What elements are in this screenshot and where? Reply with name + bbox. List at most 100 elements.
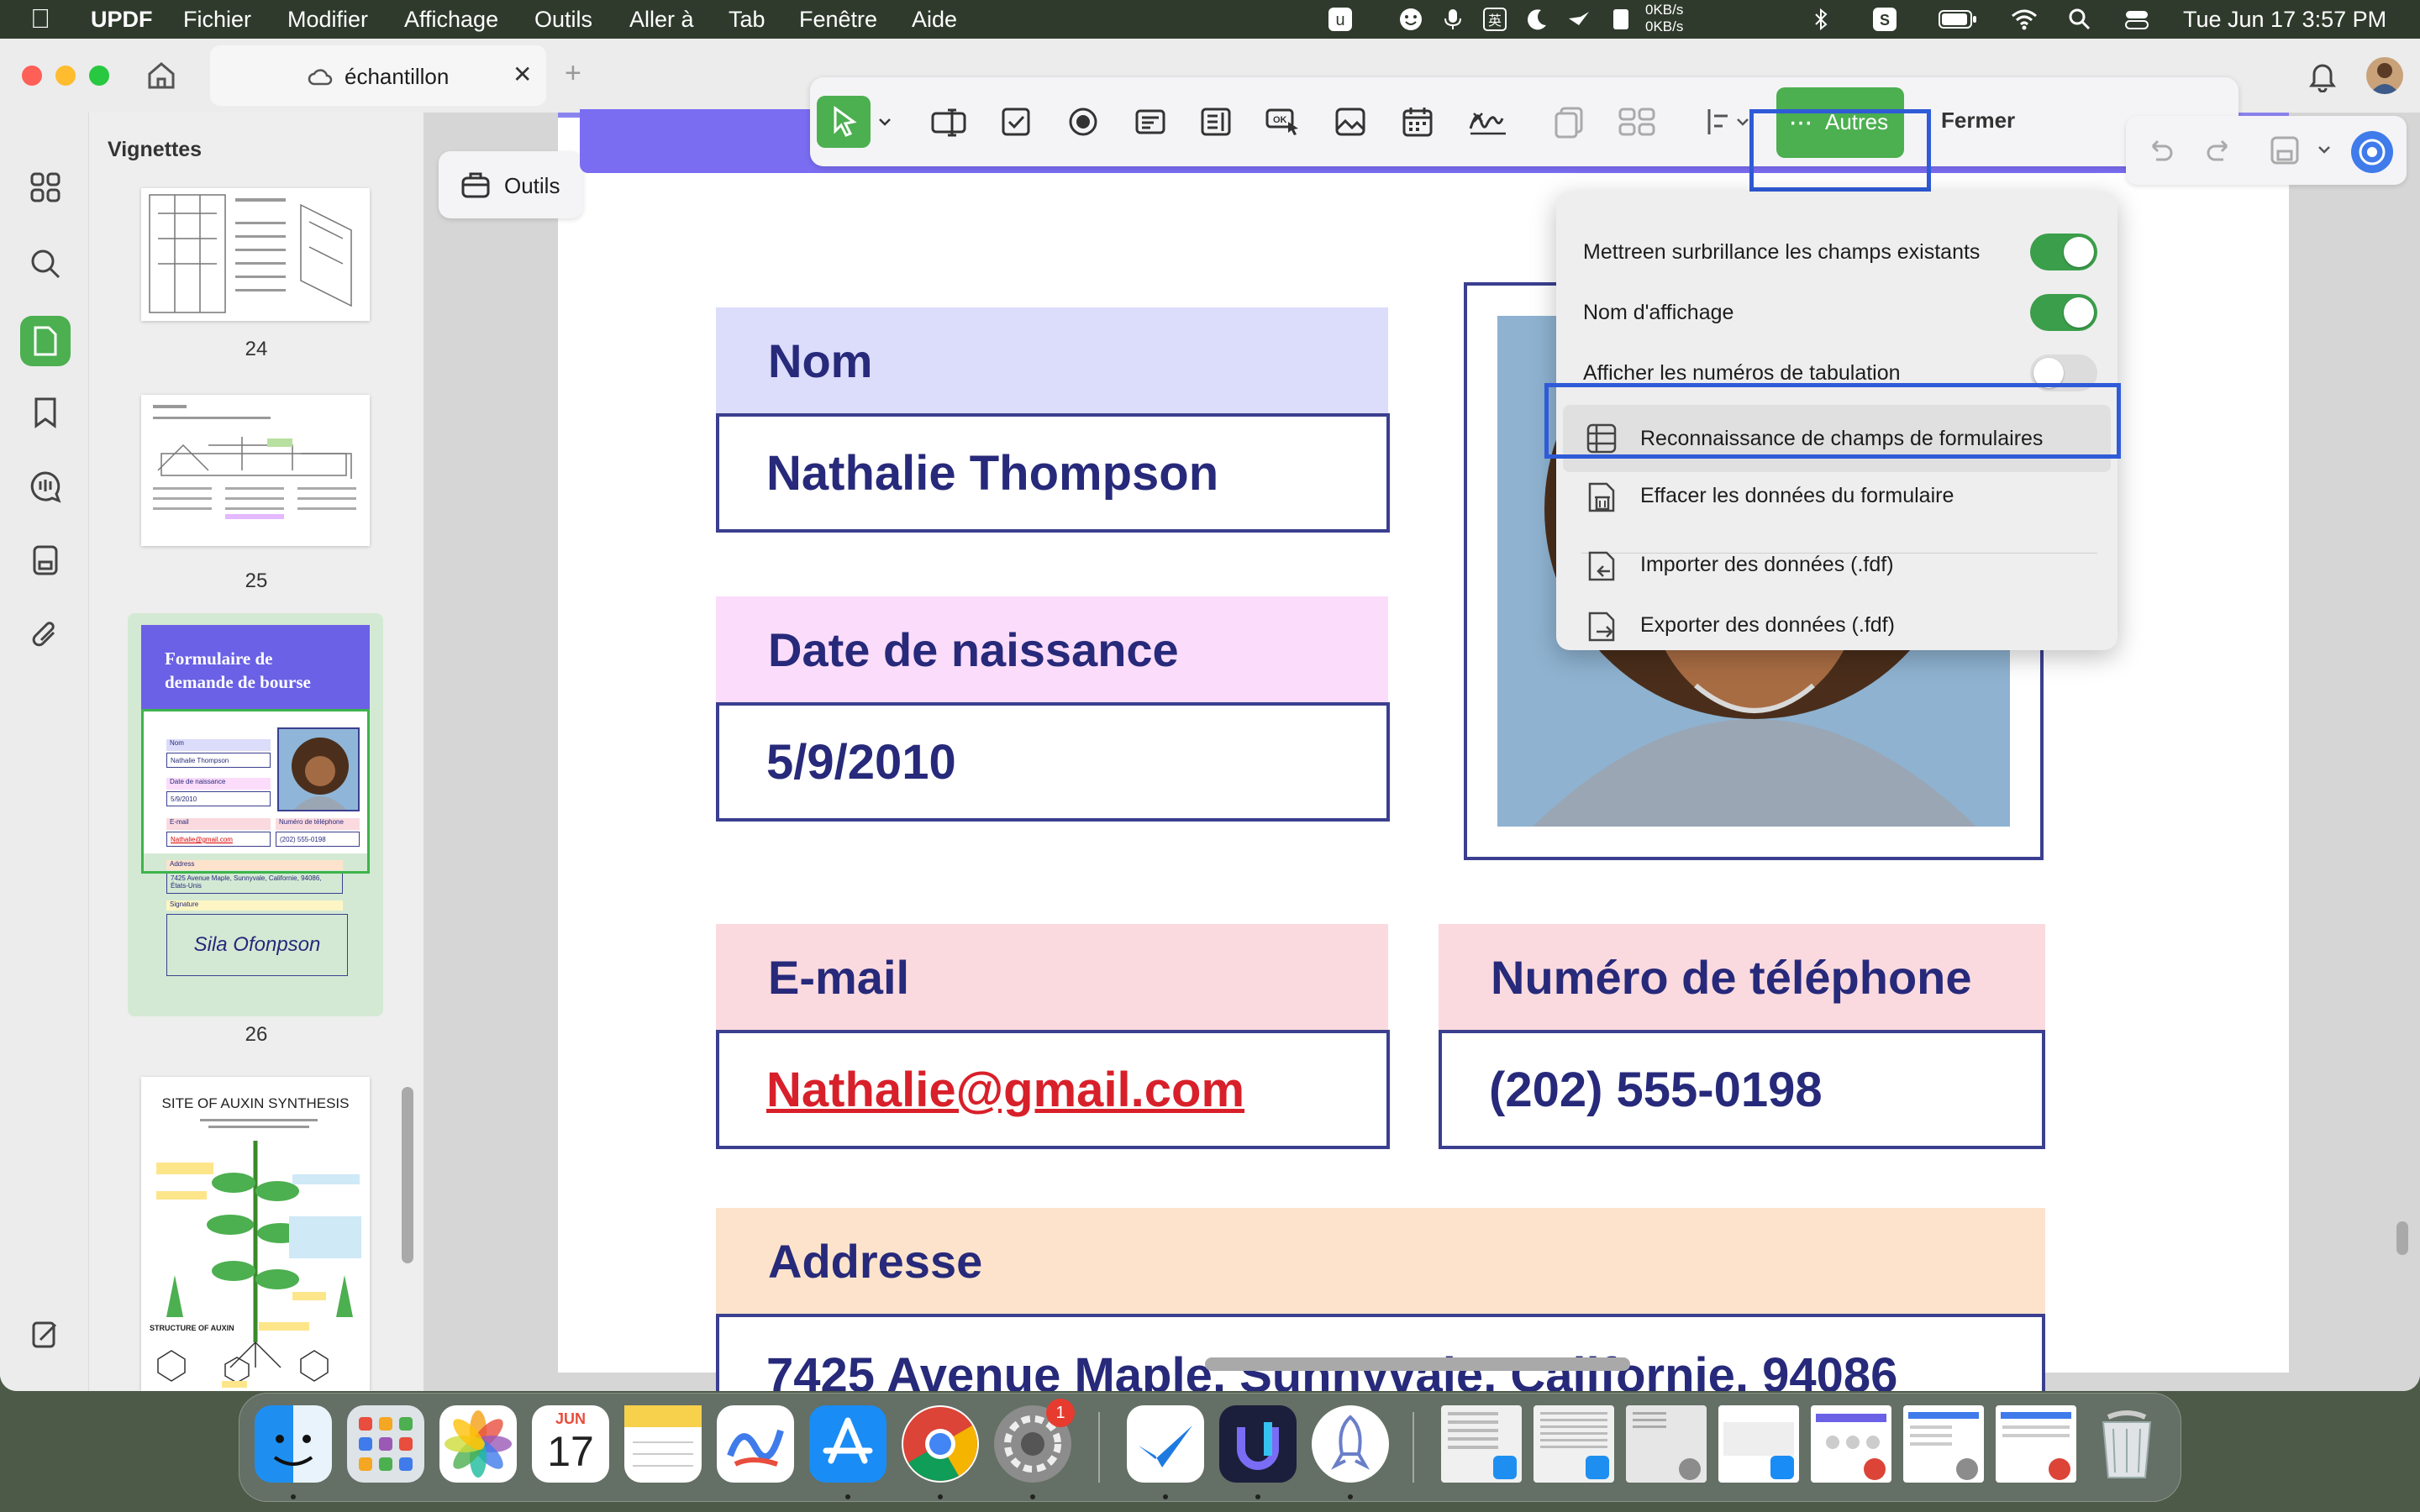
chrome-icon[interactable] (902, 1405, 979, 1483)
apple-icon[interactable]:  (30, 3, 50, 34)
notification-bell-icon[interactable] (2307, 60, 2338, 92)
ai-assistant-icon[interactable] (2351, 131, 2393, 173)
form-document-icon[interactable] (24, 539, 66, 581)
clock[interactable]: Tue Jun 17 3:57 PM (2183, 7, 2386, 33)
minimize-window-button[interactable] (55, 66, 76, 86)
close-window-button[interactable] (22, 66, 42, 86)
undo-icon[interactable] (2144, 134, 2176, 166)
menu-edit[interactable]: Modifier (287, 7, 368, 33)
menu-app-name[interactable]: UPDF (91, 7, 153, 33)
maximize-window-button[interactable] (89, 66, 109, 86)
image-field-icon[interactable] (1331, 102, 1370, 141)
close-tab-icon[interactable]: ✕ (513, 60, 532, 88)
horizontal-scrollbar[interactable] (1205, 1357, 1630, 1371)
signature-field-icon[interactable] (1467, 102, 1506, 141)
menu-toggle-row-display-name[interactable]: Nom d'affichage (1556, 287, 2118, 338)
chevron-down-icon[interactable] (874, 102, 896, 141)
menu-window[interactable]: Fenêtre (799, 7, 877, 33)
vertical-scrollbar[interactable] (2396, 1221, 2408, 1255)
close-form-mode-button[interactable]: Fermer (1941, 108, 2015, 134)
recent-window-4[interactable] (1718, 1405, 1799, 1483)
thumbnail-page-27[interactable]: SITE OF AUXIN SYNTHESIS STRUCTURE OF AUX… (141, 1077, 370, 1391)
finder-icon[interactable] (255, 1405, 332, 1483)
text-field-icon[interactable] (929, 102, 968, 141)
input-method-icon[interactable]: 英 (1481, 5, 1509, 34)
combo-box-icon[interactable] (1131, 102, 1170, 141)
thumbnail-page-24[interactable] (141, 188, 370, 321)
list-box-icon[interactable] (1197, 102, 1235, 141)
menu-file[interactable]: Fichier (183, 7, 251, 33)
checkbox-icon[interactable] (997, 102, 1035, 141)
launchpad-icon[interactable] (347, 1405, 424, 1483)
redo-icon[interactable] (2203, 134, 2235, 166)
menu-item-export-data[interactable]: Exporter des données (.fdf) (1556, 600, 2118, 650)
new-tab-icon[interactable]: + (565, 57, 581, 90)
date-field-icon[interactable] (1398, 102, 1437, 141)
tools-button[interactable]: Outils (439, 151, 583, 218)
save-icon[interactable] (2269, 134, 2301, 166)
recent-window-1[interactable] (1441, 1405, 1522, 1483)
moon-icon[interactable] (1523, 5, 1551, 34)
email-field[interactable]: Nathalie@gmail.com (716, 1030, 1390, 1149)
wifi-icon[interactable] (2010, 5, 2039, 34)
menu-view[interactable]: Affichage (404, 7, 498, 33)
radio-button-icon[interactable] (1064, 102, 1102, 141)
bluetooth-icon[interactable] (1807, 5, 1835, 34)
thumbnails-icon[interactable] (20, 316, 71, 366)
user-avatar[interactable] (2366, 57, 2403, 94)
toggle-highlight-fields[interactable] (2030, 234, 2097, 270)
bird-icon[interactable] (1565, 5, 1593, 34)
freeform-icon[interactable] (717, 1405, 794, 1483)
attachment-icon[interactable] (24, 613, 66, 655)
home-icon[interactable] (145, 59, 178, 92)
battery-icon[interactable] (1938, 5, 1978, 34)
menu-tools[interactable]: Outils (534, 7, 592, 33)
updf-dock-icon[interactable] (1219, 1405, 1297, 1483)
menu-item-import-data[interactable]: Importer des données (.fdf) (1556, 539, 2118, 590)
toggle-display-name[interactable] (2030, 294, 2097, 331)
bookmark-icon[interactable] (24, 391, 66, 433)
recent-window-6[interactable] (1903, 1405, 1984, 1483)
spark-mail-icon[interactable] (1127, 1405, 1204, 1483)
name-field[interactable]: Nathalie Thompson (716, 413, 1390, 533)
menu-go[interactable]: Aller à (629, 7, 694, 33)
recent-window-3[interactable] (1626, 1405, 1707, 1483)
rocket-typist-icon[interactable] (1312, 1405, 1389, 1483)
save-options-chevron-icon[interactable] (2316, 141, 2333, 158)
menu-toggle-row-highlight[interactable]: Mettreen surbrillance les champs existan… (1556, 227, 2118, 277)
emoji-icon[interactable] (1397, 5, 1425, 34)
thumbnail-page-26[interactable]: Formulaire de demande de bourse Nom Nath… (141, 625, 370, 1005)
scrivener-icon[interactable]: S (1870, 5, 1899, 34)
layers-icon[interactable] (24, 1314, 66, 1356)
grid-layout-icon[interactable] (1615, 102, 1659, 141)
align-fields-icon[interactable] (1702, 102, 1753, 141)
calendar-icon[interactable]: JUN 17 (532, 1405, 609, 1483)
apps-grid-icon[interactable] (24, 166, 66, 208)
updf-status-icon[interactable]: u (1326, 5, 1355, 34)
photos-icon[interactable] (439, 1405, 517, 1483)
comments-icon[interactable] (24, 465, 66, 507)
menu-item-clear-form-data[interactable]: Effacer les données du formulaire (1556, 470, 2118, 521)
thumbnails-scrollbar[interactable] (402, 1087, 413, 1263)
recent-window-5[interactable] (1811, 1405, 1891, 1483)
button-field-icon[interactable]: OK (1264, 102, 1302, 141)
trash-icon[interactable] (2088, 1405, 2165, 1483)
menu-tab[interactable]: Tab (729, 7, 765, 33)
search-icon[interactable] (24, 243, 66, 285)
copy-field-icon[interactable] (1549, 102, 1588, 141)
app-store-icon[interactable] (809, 1405, 886, 1483)
address-field[interactable]: 7425 Avenue Maple, Sunnyvale, Californie… (716, 1314, 2045, 1391)
phone-field[interactable]: (202) 555-0198 (1439, 1030, 2045, 1149)
menu-help[interactable]: Aide (912, 7, 957, 33)
recent-window-2[interactable] (1534, 1405, 1614, 1483)
recent-window-7[interactable] (1996, 1405, 2076, 1483)
microphone-icon[interactable] (1439, 5, 1467, 34)
control-center-icon[interactable] (2123, 5, 2151, 34)
dob-field[interactable]: 5/9/2010 (716, 702, 1390, 822)
notes-icon[interactable] (624, 1405, 702, 1483)
thumbnail-page-25[interactable] (141, 395, 370, 546)
spotlight-search-icon[interactable] (2065, 5, 2094, 34)
document-tab[interactable]: échantillon ✕ (210, 45, 546, 106)
document-icon[interactable] (1607, 5, 1635, 34)
select-cursor-icon[interactable] (817, 96, 871, 148)
